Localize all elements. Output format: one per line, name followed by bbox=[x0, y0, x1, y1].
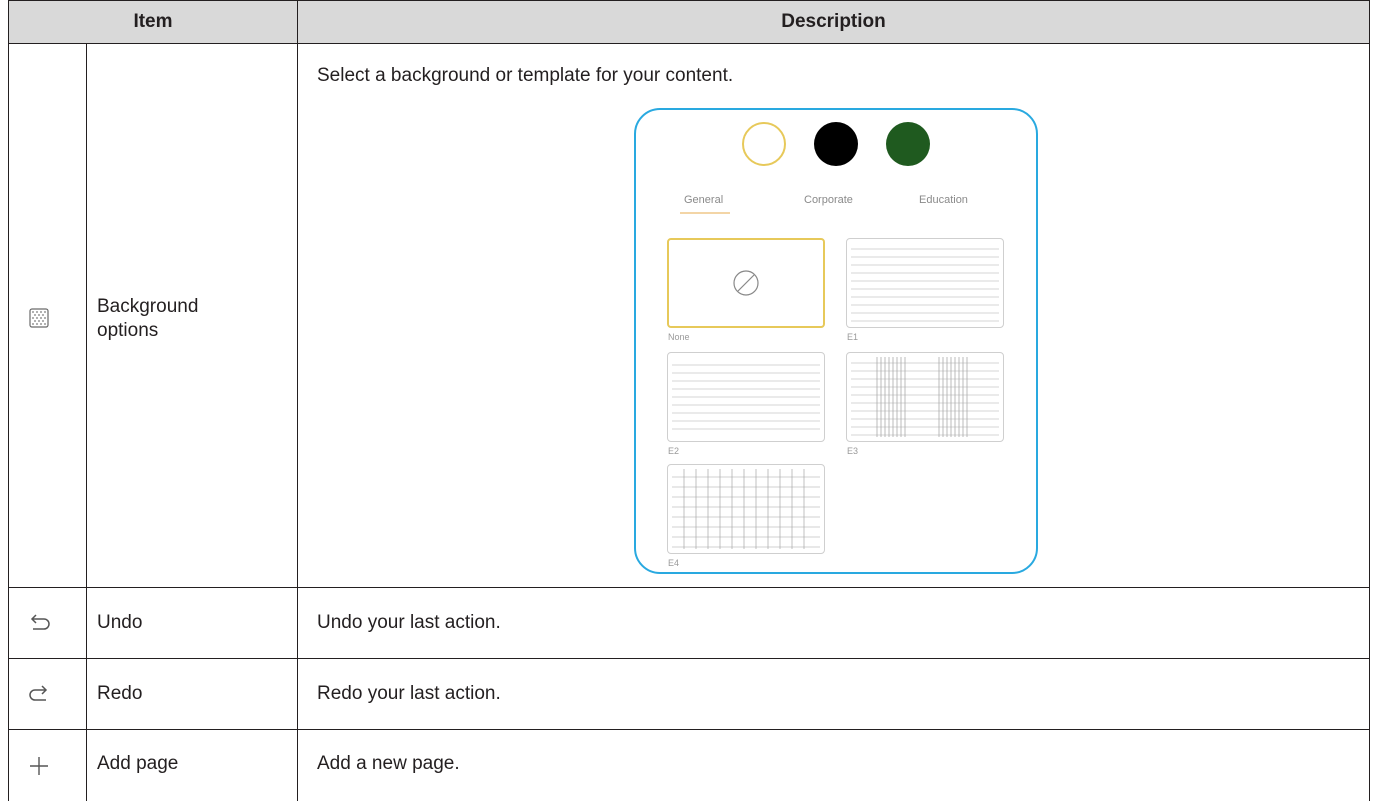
template-label: E4 bbox=[668, 558, 680, 568]
row-divider bbox=[8, 658, 1370, 659]
item-name: Add page bbox=[97, 753, 179, 774]
item-description: Select a background or template for your… bbox=[317, 65, 734, 86]
color-swatch-black[interactable] bbox=[814, 122, 858, 166]
grid-pattern bbox=[672, 469, 820, 549]
row-divider bbox=[8, 729, 1370, 730]
column-divider-icon bbox=[86, 44, 87, 801]
table-border-right bbox=[1369, 0, 1370, 801]
tab-education[interactable]: Education bbox=[919, 194, 968, 206]
template-label: E1 bbox=[847, 332, 859, 342]
column-divider-description bbox=[297, 0, 298, 801]
column-header-description: Description bbox=[297, 0, 1370, 44]
item-description: Add a new page. bbox=[317, 753, 460, 774]
item-name: Undo bbox=[97, 612, 143, 633]
template-label: E3 bbox=[847, 446, 859, 456]
item-name: Redo bbox=[97, 683, 143, 704]
color-swatch-white[interactable] bbox=[742, 122, 786, 166]
tab-general[interactable]: General bbox=[684, 194, 723, 206]
plus-icon bbox=[30, 757, 48, 775]
lined-pattern bbox=[851, 248, 999, 322]
item-name: Background options bbox=[97, 296, 199, 341]
template-label: E2 bbox=[668, 446, 680, 456]
item-description: Redo your last action. bbox=[317, 683, 501, 704]
redo-icon bbox=[29, 685, 48, 701]
no-background-icon bbox=[733, 270, 759, 296]
template-thumbnail-e1[interactable] bbox=[846, 238, 1004, 328]
template-thumbnail-none[interactable] bbox=[667, 238, 825, 328]
tab-general-indicator bbox=[680, 212, 730, 214]
template-thumbnail-e3[interactable] bbox=[846, 352, 1004, 442]
color-swatch-green[interactable] bbox=[886, 122, 930, 166]
template-thumbnail-e4[interactable] bbox=[667, 464, 825, 554]
column-header-item: Item bbox=[8, 0, 297, 44]
dotted-pattern-icon bbox=[29, 308, 49, 328]
template-label: None bbox=[668, 332, 690, 342]
template-thumbnail-e2[interactable] bbox=[667, 352, 825, 442]
item-description: Undo your last action. bbox=[317, 612, 501, 633]
tab-corporate[interactable]: Corporate bbox=[804, 194, 853, 206]
undo-icon bbox=[30, 614, 50, 630]
lined-pattern bbox=[672, 364, 820, 430]
background-options-panel: General Corporate Education None E1 E2 E… bbox=[634, 108, 1038, 574]
dense-grid-pattern bbox=[851, 357, 999, 437]
row-divider bbox=[8, 587, 1370, 588]
table-border-left bbox=[8, 0, 9, 801]
